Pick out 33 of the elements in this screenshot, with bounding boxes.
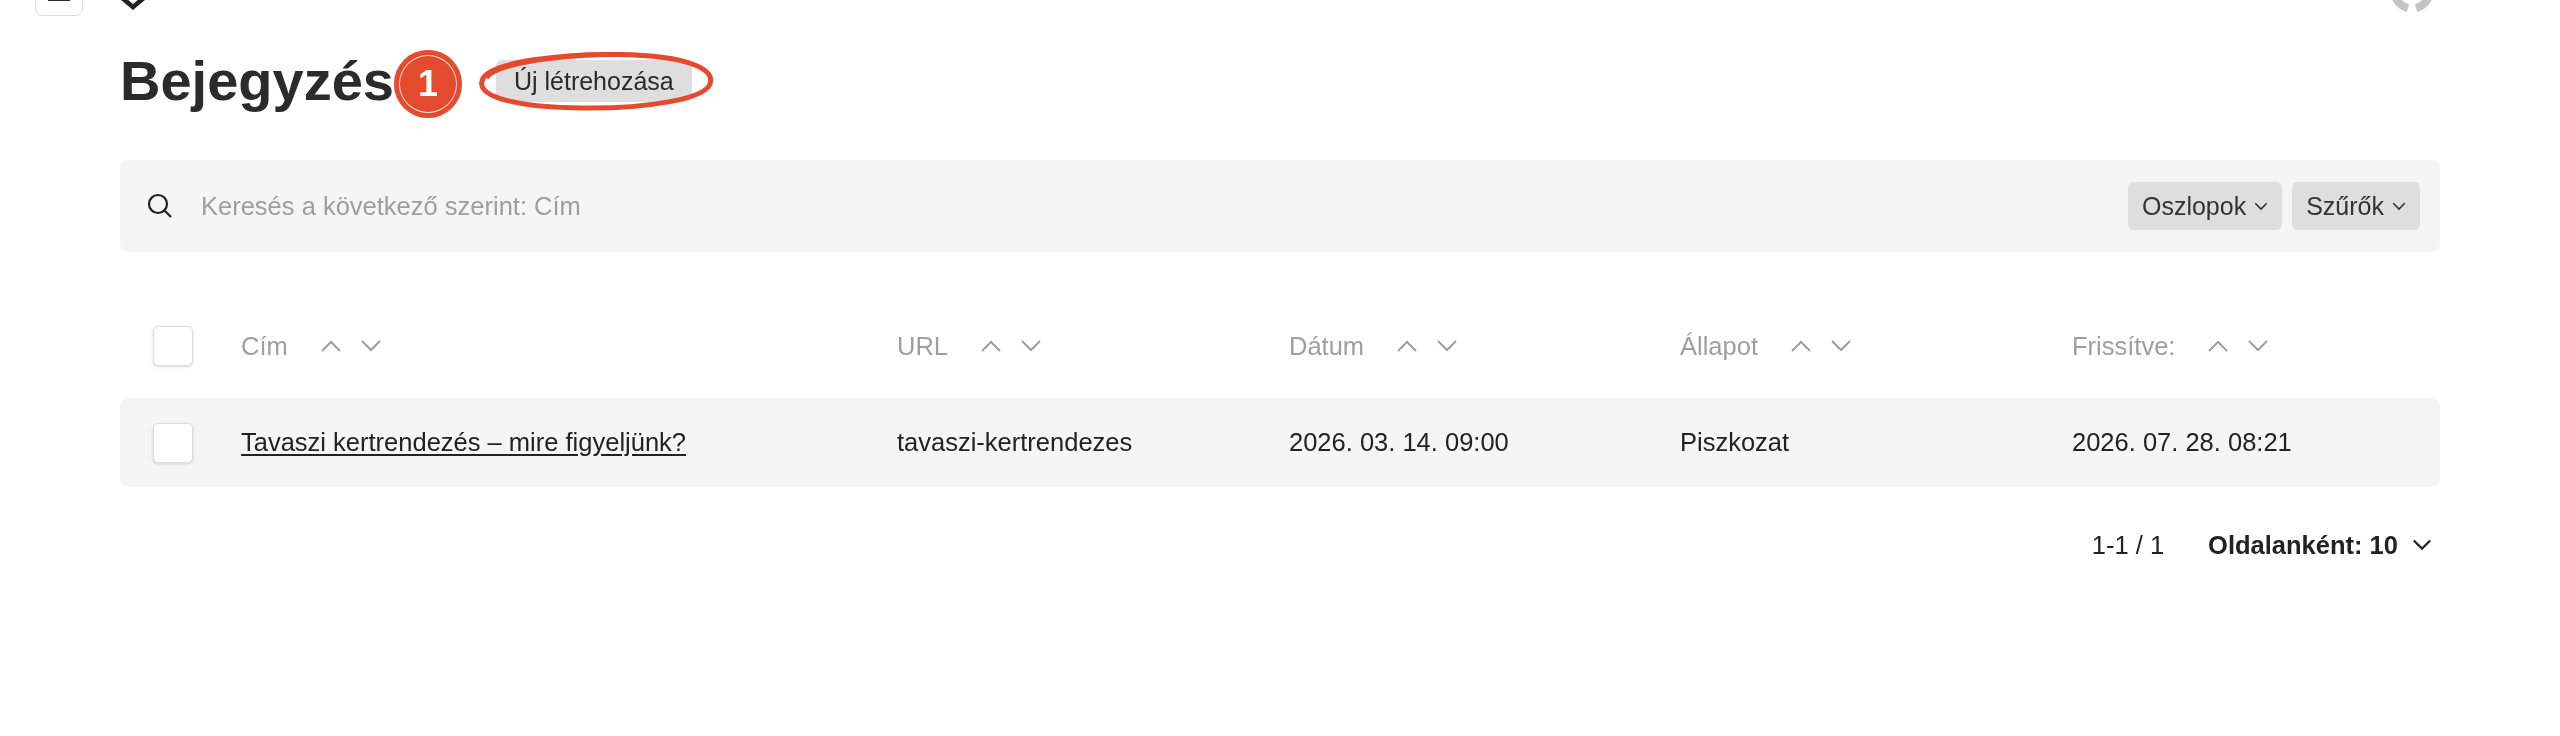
- sort-down-icon[interactable]: [1830, 340, 1852, 352]
- chevron-down-icon: [2254, 201, 2269, 211]
- table-cell: tavaszi-kertrendezes: [897, 428, 1133, 457]
- chevron-down-icon: [2392, 201, 2406, 211]
- dropdown-button[interactable]: Oszlopok: [2127, 182, 2283, 230]
- sort-down-icon[interactable]: [359, 340, 382, 352]
- chevron-down-icon[interactable]: [2412, 539, 2432, 551]
- column-header: Frissítve:: [2072, 331, 2176, 361]
- table-cell: Piszkozat: [1680, 428, 1790, 457]
- search-icon: [147, 193, 173, 219]
- sort-down-icon[interactable]: [2247, 340, 2270, 352]
- column-header: Állapot: [1680, 331, 1758, 361]
- post-title-link[interactable]: Tavaszi kertrendezés – mire figyeljünk?: [241, 428, 687, 457]
- sort-down-icon[interactable]: [1436, 340, 1459, 352]
- table-cell: 2026. 03. 14. 09:00: [1289, 428, 1509, 457]
- create-button[interactable]: Új létrehozása: [495, 60, 692, 102]
- page-title: Bejegyzés: [120, 48, 394, 114]
- page-range: 1-1 / 1: [2091, 530, 2165, 560]
- per-page-select[interactable]: Oldalanként: 10: [2208, 530, 2398, 560]
- sort-up-icon[interactable]: [980, 340, 1002, 352]
- dropdown-button[interactable]: Szűrők: [2292, 182, 2420, 230]
- table-cell: 2026. 07. 28. 08:21: [2072, 428, 2292, 457]
- select-all-checkbox[interactable]: [153, 326, 193, 366]
- sort-up-icon[interactable]: [2207, 340, 2230, 352]
- sort-up-icon[interactable]: [1790, 340, 1812, 352]
- column-header: Cím: [241, 331, 288, 361]
- sort-down-icon[interactable]: [1020, 340, 1042, 352]
- step-marker: 1: [393, 50, 462, 118]
- sort-up-icon[interactable]: [319, 340, 342, 352]
- sort-up-icon[interactable]: [1396, 340, 1419, 352]
- column-header: Dátum: [1289, 331, 1365, 361]
- column-header: URL: [897, 331, 948, 361]
- row-checkbox[interactable]: [153, 422, 193, 463]
